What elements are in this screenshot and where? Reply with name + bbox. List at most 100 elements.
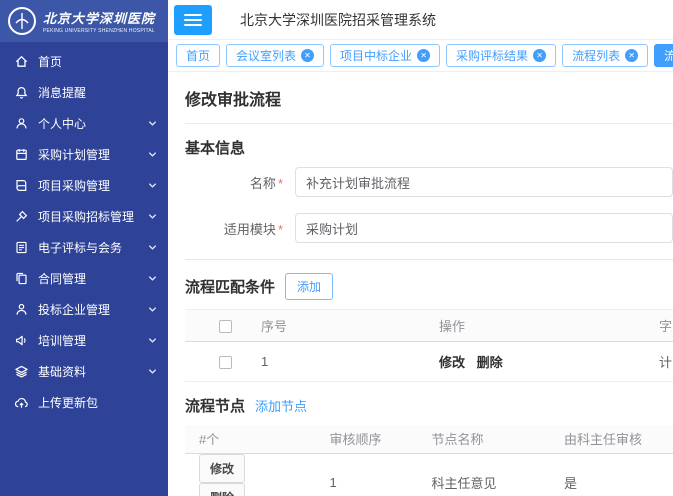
hospital-logo-icon <box>7 6 37 36</box>
sidebar-item-label: 上传更新包 <box>38 394 158 411</box>
section-divider <box>185 259 673 260</box>
tab-winning-bidders[interactable]: 项目中标企业 ✕ <box>330 44 440 67</box>
sidebar-item-personal-center[interactable]: 个人中心 <box>0 108 168 139</box>
conditions-section-head: 流程匹配条件 添加 <box>185 273 673 300</box>
tab-label: 流程 <box>664 47 673 64</box>
add-node-link[interactable]: 添加节点 <box>255 396 307 415</box>
tab-process[interactable]: 流程 ✕ <box>654 44 673 67</box>
document-icon <box>14 240 29 255</box>
edit-button[interactable]: 修改 <box>199 454 245 483</box>
sidebar-item-label: 基础资料 <box>38 363 138 380</box>
sidebar-menu: 首页 消息提醒 个人中心 采购计划管理 项目采购管理 <box>0 42 168 418</box>
chevron-down-icon <box>147 149 158 160</box>
sidebar-item-project-bidding[interactable]: 项目采购招标管理 <box>0 201 168 232</box>
sidebar-item-project-procurement[interactable]: 项目采购管理 <box>0 170 168 201</box>
cell-partial: 计 <box>647 342 673 382</box>
sidebar-item-basic-data[interactable]: 基础资料 <box>0 356 168 387</box>
gavel-icon <box>14 209 29 224</box>
speaker-icon <box>14 333 29 348</box>
required-mark: * <box>278 176 283 191</box>
cell-node-name: 科主任意见 <box>420 453 553 496</box>
column-header-partial: 字 <box>647 310 673 342</box>
tab-evaluation-results[interactable]: 采购评标结果 ✕ <box>446 44 556 67</box>
sidebar-item-label: 投标企业管理 <box>38 301 138 318</box>
chevron-down-icon <box>147 304 158 315</box>
collapse-sidebar-button[interactable] <box>174 5 212 35</box>
table-row: 1 修改 删除 计 <box>185 342 673 382</box>
book-icon <box>14 178 29 193</box>
delete-button[interactable]: 删除 <box>199 483 245 496</box>
section-title: 流程节点 <box>185 395 245 416</box>
required-mark: * <box>278 222 283 237</box>
close-icon[interactable]: ✕ <box>625 49 638 62</box>
sidebar-item-label: 项目采购管理 <box>38 177 138 194</box>
files-icon <box>14 271 29 286</box>
chevron-down-icon <box>147 180 158 191</box>
sidebar-item-contract[interactable]: 合同管理 <box>0 263 168 294</box>
name-input[interactable] <box>295 167 673 197</box>
column-header-op: 操作 <box>427 310 647 342</box>
cloud-upload-icon <box>14 395 29 410</box>
page-content: 修改审批流程 基本信息 名称* 适用模块* 流程匹配条件 添加 <box>168 72 673 496</box>
sidebar-item-label: 首页 <box>38 53 158 70</box>
chevron-down-icon <box>147 211 158 222</box>
sidebar-item-label: 培训管理 <box>38 332 138 349</box>
add-condition-button[interactable]: 添加 <box>285 273 333 300</box>
cell-order: 1 <box>318 453 420 496</box>
sidebar-item-label: 合同管理 <box>38 270 138 287</box>
section-title: 流程匹配条件 <box>185 276 275 297</box>
tab-home[interactable]: 首页 <box>176 44 220 67</box>
sidebar-item-procurement-plan[interactable]: 采购计划管理 <box>0 139 168 170</box>
tab-process-list[interactable]: 流程列表 ✕ <box>562 44 648 67</box>
hospital-name-en: PEKING UNIVERSITY SHENZHEN HOSPITAL <box>43 28 155 34</box>
person-icon <box>14 302 29 317</box>
close-icon[interactable]: ✕ <box>533 49 546 62</box>
name-form-row: 名称* <box>185 167 673 197</box>
chevron-down-icon <box>147 242 158 253</box>
nodes-table: #个 审核顺序 节点名称 由科主任审核 修改 删除 1 科主任意见 <box>185 425 673 496</box>
clipboard-icon <box>14 147 29 162</box>
module-select[interactable] <box>295 213 673 243</box>
sidebar-item-training[interactable]: 培训管理 <box>0 325 168 356</box>
edit-link[interactable]: 修改 <box>439 355 465 370</box>
sidebar-item-label: 项目采购招标管理 <box>38 208 138 225</box>
tab-label: 首页 <box>186 47 210 64</box>
page-title: 修改审批流程 <box>185 82 673 124</box>
nodes-section-head: 流程节点 添加节点 <box>185 395 673 416</box>
tab-meeting-rooms[interactable]: 会议室列表 ✕ <box>226 44 324 67</box>
column-header-seq: 序号 <box>249 310 427 342</box>
hospital-logo-text: 北京大学深圳医院 PEKING UNIVERSITY SHENZHEN HOSP… <box>43 8 155 34</box>
chevron-down-icon <box>147 366 158 377</box>
chevron-down-icon <box>147 273 158 284</box>
sidebar-item-messages[interactable]: 消息提醒 <box>0 77 168 108</box>
topbar: 北京大学深圳医院招采管理系统 <box>168 0 673 40</box>
main-area: 北京大学深圳医院招采管理系统 首页 会议室列表 ✕ 项目中标企业 ✕ 采购评标结… <box>168 0 673 496</box>
module-form-row: 适用模块* <box>185 213 673 243</box>
module-label: 适用模块* <box>185 219 295 238</box>
select-all-checkbox[interactable] <box>219 320 232 333</box>
table-row: 修改 删除 1 科主任意见 是 <box>185 453 673 496</box>
conditions-table: 序号 操作 字 1 修改 删除 计 <box>185 309 673 382</box>
column-header-actions: #个 <box>185 425 318 453</box>
sidebar-item-e-evaluation[interactable]: 电子评标与会务 <box>0 232 168 263</box>
close-icon[interactable]: ✕ <box>301 49 314 62</box>
row-checkbox[interactable] <box>219 356 232 369</box>
sidebar-item-home[interactable]: 首页 <box>0 46 168 77</box>
column-header-name: 节点名称 <box>420 425 553 453</box>
sidebar-item-label: 采购计划管理 <box>38 146 138 163</box>
bell-icon <box>14 85 29 100</box>
hospital-logo-area: 北京大学深圳医院 PEKING UNIVERSITY SHENZHEN HOSP… <box>0 0 168 42</box>
sidebar-item-label: 电子评标与会务 <box>38 239 138 256</box>
close-icon[interactable]: ✕ <box>417 49 430 62</box>
delete-link[interactable]: 删除 <box>477 355 503 370</box>
tab-label: 流程列表 <box>572 47 620 64</box>
system-title: 北京大学深圳医院招采管理系统 <box>240 10 436 30</box>
sidebar-item-bidder-management[interactable]: 投标企业管理 <box>0 294 168 325</box>
sidebar: 北京大学深圳医院 PEKING UNIVERSITY SHENZHEN HOSP… <box>0 0 168 496</box>
sidebar-item-label: 消息提醒 <box>38 84 158 101</box>
cell-actions: 修改 删除 <box>427 342 647 382</box>
table-header-row: 序号 操作 字 <box>185 310 673 342</box>
layers-icon <box>14 364 29 379</box>
table-header-row: #个 审核顺序 节点名称 由科主任审核 <box>185 425 673 453</box>
sidebar-item-upload-package[interactable]: 上传更新包 <box>0 387 168 418</box>
